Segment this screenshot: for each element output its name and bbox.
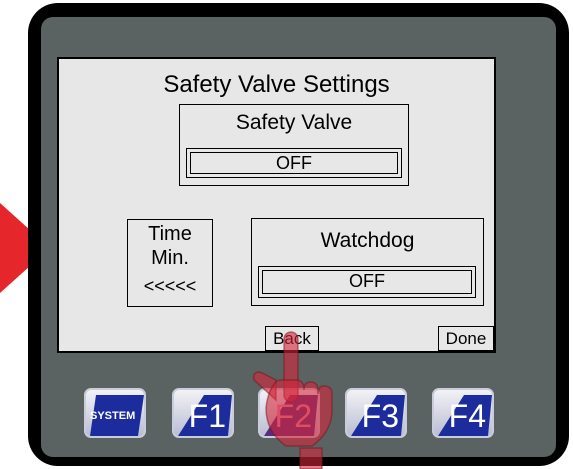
hmi-screen: Safety Valve Settings Safety Valve OFF T…: [57, 57, 496, 353]
f1-key[interactable]: F1: [172, 388, 234, 438]
watchdog-label: Watchdog: [320, 229, 415, 252]
system-key-label: SYSTEM: [90, 410, 136, 422]
screen-title: Safety Valve Settings: [163, 71, 390, 98]
pointing-hand-icon: [252, 331, 333, 469]
f1-key-label: F1: [188, 398, 226, 434]
watchdog-box: Watchdog OFF: [251, 218, 484, 306]
done-button[interactable]: Done: [438, 326, 494, 351]
safety-valve-label: Safety Valve: [235, 111, 353, 134]
watchdog-value: OFF: [262, 270, 472, 294]
time-unit-label: Min.: [151, 247, 189, 269]
time-label: Time: [148, 223, 192, 245]
safety-valve-box: Safety Valve OFF: [179, 104, 409, 186]
f4-key[interactable]: F4: [432, 388, 494, 438]
time-back-arrows: <<<<<: [143, 276, 197, 296]
f4-key-label: F4: [448, 398, 486, 434]
watchdog-value-field[interactable]: OFF: [258, 266, 476, 298]
safety-valve-value: OFF: [190, 152, 398, 174]
safety-valve-value-field[interactable]: OFF: [186, 148, 402, 178]
f3-key-label: F3: [361, 398, 399, 434]
f3-key[interactable]: F3: [345, 388, 407, 438]
time-box[interactable]: Time Min. <<<<<: [127, 219, 213, 307]
system-key[interactable]: SYSTEM: [84, 388, 146, 438]
